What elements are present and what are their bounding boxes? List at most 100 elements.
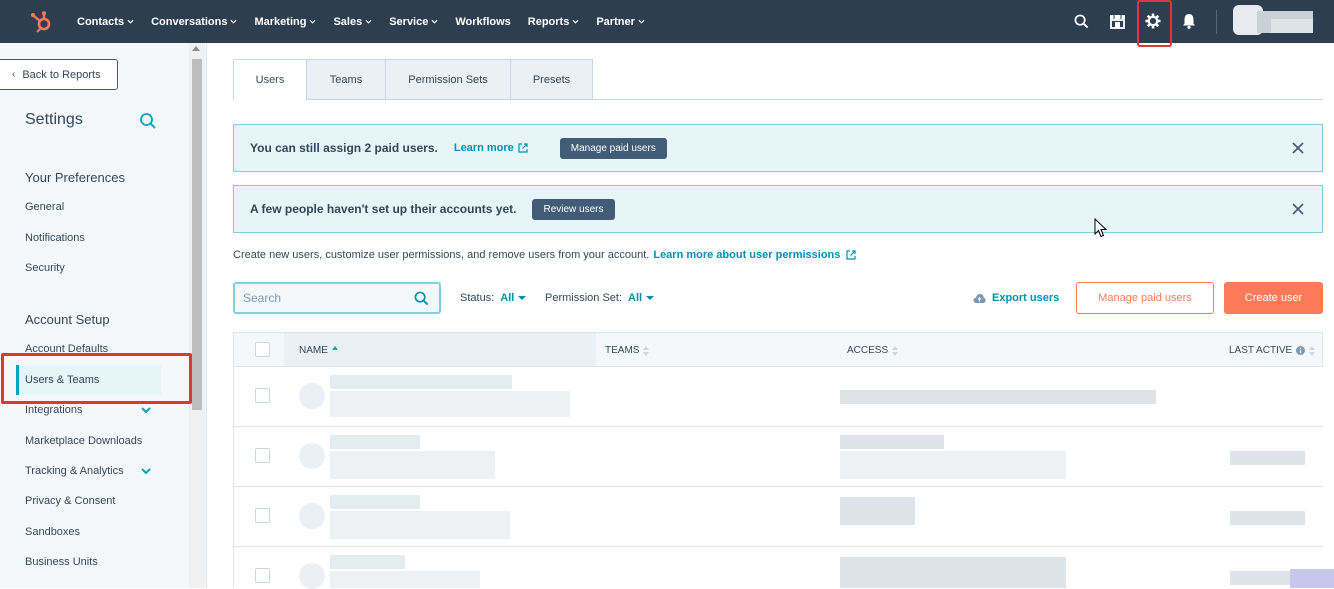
- chevron-down-icon[interactable]: [638, 18, 645, 25]
- marketplace-icon[interactable]: [1107, 11, 1127, 31]
- back-to-reports-button[interactable]: ‹ Back to Reports: [0, 59, 118, 90]
- sidebar-scrollbar[interactable]: [189, 43, 205, 588]
- sidebar-item-business-units[interactable]: Business Units: [25, 556, 98, 568]
- column-access-label[interactable]: ACCESS: [847, 345, 888, 356]
- nav-conversations[interactable]: Conversations: [151, 16, 238, 28]
- search-icon[interactable]: [1071, 11, 1091, 31]
- scroll-up-arrow-icon[interactable]: [192, 46, 200, 51]
- column-header-access[interactable]: ACCESS: [847, 345, 899, 356]
- avatar: [299, 383, 325, 409]
- create-user-button[interactable]: Create user: [1224, 282, 1323, 314]
- nav-marketing[interactable]: Marketing: [254, 16, 316, 28]
- sidebar-item-notifications[interactable]: Notifications: [25, 232, 85, 244]
- review-users-button[interactable]: Review users: [532, 198, 615, 220]
- sidebar-item-general[interactable]: General: [25, 201, 64, 213]
- bell-icon[interactable]: [1179, 11, 1199, 31]
- manage-paid-users-button[interactable]: Manage paid users: [1076, 282, 1214, 314]
- chevron-down-icon[interactable]: [431, 18, 438, 25]
- scroll-thumb[interactable]: [192, 59, 202, 410]
- tab-presets[interactable]: Presets: [511, 59, 593, 100]
- permission-set-filter[interactable]: Permission Set: All: [545, 292, 655, 304]
- caret-down-icon[interactable]: [518, 296, 527, 300]
- nav-item-label[interactable]: Partner: [596, 16, 635, 28]
- nav-service[interactable]: Service: [389, 16, 438, 28]
- redacted-last-active: [1230, 511, 1305, 525]
- row-checkbox[interactable]: [255, 448, 270, 463]
- table-row[interactable]: [233, 427, 1323, 487]
- sort-icon[interactable]: [643, 345, 650, 356]
- nav-workflows[interactable]: Workflows: [455, 16, 510, 28]
- hubspot-logo-icon[interactable]: [29, 10, 53, 34]
- tab-users[interactable]: Users: [233, 59, 307, 100]
- main-menu: Contacts Conversations Marketing Sales Servi…: [77, 0, 662, 43]
- export-users-link[interactable]: Export users: [973, 292, 1059, 304]
- caret-down-icon[interactable]: [646, 296, 655, 300]
- column-header-last-active[interactable]: LAST ACTIVE: [1229, 345, 1316, 356]
- table-row[interactable]: [233, 487, 1323, 547]
- account-name-redacted: [1271, 19, 1313, 33]
- chevron-down-icon[interactable]: [365, 18, 372, 25]
- column-header-name[interactable]: NAME: [299, 345, 338, 356]
- chevron-down-icon[interactable]: [572, 18, 579, 25]
- account-menu[interactable]: [1233, 5, 1313, 35]
- chevron-down-icon[interactable]: [230, 18, 238, 25]
- export-users-label[interactable]: Export users: [992, 292, 1059, 304]
- search-icon[interactable]: [414, 291, 429, 306]
- close-icon[interactable]: [1292, 203, 1304, 215]
- learn-more-link[interactable]: Learn more: [454, 142, 528, 154]
- table-row[interactable]: [233, 367, 1323, 427]
- sidebar-item-integrations[interactable]: Integrations: [25, 404, 82, 416]
- sidebar-item-privacy-consent[interactable]: Privacy & Consent: [25, 495, 115, 507]
- nav-contacts[interactable]: Contacts: [77, 16, 134, 28]
- redacted-email: [330, 571, 480, 588]
- column-last-active-label[interactable]: LAST ACTIVE: [1229, 345, 1292, 356]
- redacted-name: [330, 555, 405, 569]
- nav-item-label[interactable]: Marketing: [254, 16, 306, 28]
- nav-item-label[interactable]: Workflows: [455, 16, 510, 28]
- nav-reports[interactable]: Reports: [528, 16, 580, 28]
- chevron-left-icon: ‹: [12, 69, 16, 80]
- select-all-checkbox[interactable]: [255, 342, 270, 357]
- chevron-down-icon[interactable]: [140, 404, 152, 416]
- chevron-down-icon[interactable]: [127, 18, 134, 25]
- nav-item-label[interactable]: Reports: [528, 16, 570, 28]
- nav-item-label[interactable]: Sales: [333, 16, 362, 28]
- chevron-down-icon[interactable]: [309, 18, 316, 25]
- sort-icon[interactable]: [892, 345, 899, 356]
- manage-paid-users-banner-button[interactable]: Manage paid users: [559, 137, 667, 159]
- sidebar-item-security[interactable]: Security: [25, 262, 65, 274]
- permission-set-filter-value[interactable]: All: [628, 292, 642, 304]
- table-row[interactable]: [233, 547, 1323, 589]
- redacted-access: [840, 451, 1066, 479]
- tab-teams[interactable]: Teams: [307, 59, 386, 100]
- sort-icon[interactable]: [1309, 345, 1316, 356]
- external-link-icon[interactable]: [846, 250, 857, 260]
- nav-item-label[interactable]: Conversations: [151, 16, 227, 28]
- learn-more-label[interactable]: Learn more: [454, 142, 514, 154]
- user-permissions-link[interactable]: Learn more about user permissions: [653, 249, 840, 261]
- row-checkbox[interactable]: [255, 508, 270, 523]
- row-checkbox[interactable]: [255, 388, 270, 403]
- search-input[interactable]: [243, 291, 403, 305]
- column-name-label[interactable]: NAME: [299, 345, 328, 356]
- sidebar-item-sandboxes[interactable]: Sandboxes: [25, 526, 80, 538]
- search-icon[interactable]: [139, 112, 157, 130]
- status-filter-value[interactable]: All: [500, 292, 514, 304]
- sidebar-item-marketplace-downloads[interactable]: Marketplace Downloads: [25, 435, 142, 447]
- tab-permission-sets[interactable]: Permission Sets: [386, 59, 511, 100]
- corner-widget[interactable]: [1290, 569, 1334, 588]
- close-icon[interactable]: [1292, 142, 1304, 154]
- nav-partner[interactable]: Partner: [596, 16, 645, 28]
- column-teams-label[interactable]: TEAMS: [605, 345, 639, 356]
- row-checkbox[interactable]: [255, 568, 270, 583]
- nav-item-label[interactable]: Service: [389, 16, 428, 28]
- sidebar-item-tracking-analytics[interactable]: Tracking & Analytics: [25, 465, 124, 477]
- status-filter[interactable]: Status: All: [460, 292, 527, 304]
- user-search-box[interactable]: [233, 282, 441, 314]
- sort-ascending-icon[interactable]: [331, 345, 338, 356]
- info-icon[interactable]: [1296, 346, 1306, 355]
- chevron-down-icon[interactable]: [140, 465, 152, 477]
- nav-item-label[interactable]: Contacts: [77, 16, 124, 28]
- nav-sales[interactable]: Sales: [333, 16, 372, 28]
- column-header-teams[interactable]: TEAMS: [605, 345, 650, 356]
